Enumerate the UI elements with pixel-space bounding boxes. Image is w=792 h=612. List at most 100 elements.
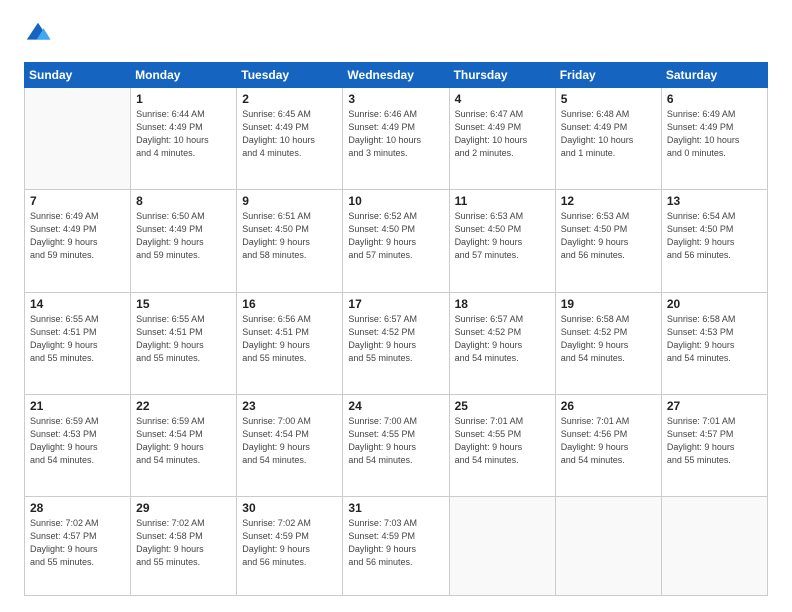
day-number: 31 — [348, 501, 443, 515]
calendar-cell — [25, 88, 131, 190]
day-number: 14 — [30, 297, 125, 311]
day-info: Sunrise: 6:49 AMSunset: 4:49 PMDaylight:… — [667, 108, 762, 160]
day-info: Sunrise: 6:58 AMSunset: 4:53 PMDaylight:… — [667, 313, 762, 365]
calendar-cell — [555, 497, 661, 596]
calendar-cell: 28 Sunrise: 7:02 AMSunset: 4:57 PMDayligh… — [25, 497, 131, 596]
calendar-cell: 2 Sunrise: 6:45 AMSunset: 4:49 PMDaylight… — [237, 88, 343, 190]
day-info: Sunrise: 7:00 AMSunset: 4:54 PMDaylight:… — [242, 415, 337, 467]
calendar-cell: 11 Sunrise: 6:53 AMSunset: 4:50 PMDayligh… — [449, 190, 555, 292]
calendar-cell: 15 Sunrise: 6:55 AMSunset: 4:51 PMDayligh… — [131, 292, 237, 394]
day-number: 16 — [242, 297, 337, 311]
weekday-header-row: SundayMondayTuesdayWednesdayThursdayFrid… — [25, 63, 768, 88]
day-info: Sunrise: 6:49 AMSunset: 4:49 PMDaylight:… — [30, 210, 125, 262]
calendar-cell: 18 Sunrise: 6:57 AMSunset: 4:52 PMDayligh… — [449, 292, 555, 394]
logo — [24, 20, 54, 48]
day-number: 3 — [348, 92, 443, 106]
calendar-cell: 21 Sunrise: 6:59 AMSunset: 4:53 PMDayligh… — [25, 394, 131, 496]
day-info: Sunrise: 6:57 AMSunset: 4:52 PMDaylight:… — [348, 313, 443, 365]
day-info: Sunrise: 6:50 AMSunset: 4:49 PMDaylight:… — [136, 210, 231, 262]
calendar-week-row: 14 Sunrise: 6:55 AMSunset: 4:51 PMDayligh… — [25, 292, 768, 394]
day-number: 27 — [667, 399, 762, 413]
day-number: 7 — [30, 194, 125, 208]
weekday-header: Monday — [131, 63, 237, 88]
day-info: Sunrise: 7:02 AMSunset: 4:57 PMDaylight:… — [30, 517, 125, 569]
calendar-cell — [661, 497, 767, 596]
calendar-cell: 24 Sunrise: 7:00 AMSunset: 4:55 PMDayligh… — [343, 394, 449, 496]
day-info: Sunrise: 6:58 AMSunset: 4:52 PMDaylight:… — [561, 313, 656, 365]
day-info: Sunrise: 7:01 AMSunset: 4:57 PMDaylight:… — [667, 415, 762, 467]
day-number: 2 — [242, 92, 337, 106]
day-info: Sunrise: 6:59 AMSunset: 4:54 PMDaylight:… — [136, 415, 231, 467]
calendar-cell: 22 Sunrise: 6:59 AMSunset: 4:54 PMDayligh… — [131, 394, 237, 496]
day-info: Sunrise: 6:51 AMSunset: 4:50 PMDaylight:… — [242, 210, 337, 262]
day-number: 9 — [242, 194, 337, 208]
calendar-cell: 6Sunrise: 6:49 AMSunset: 4:49 PMDaylight… — [661, 88, 767, 190]
calendar-week-row: 1 Sunrise: 6:44 AMSunset: 4:49 PMDaylight… — [25, 88, 768, 190]
day-info: Sunrise: 7:03 AMSunset: 4:59 PMDaylight:… — [348, 517, 443, 569]
calendar-cell: 27 Sunrise: 7:01 AMSunset: 4:57 PMDayligh… — [661, 394, 767, 496]
calendar-cell: 16 Sunrise: 6:56 AMSunset: 4:51 PMDayligh… — [237, 292, 343, 394]
day-info: Sunrise: 6:59 AMSunset: 4:53 PMDaylight:… — [30, 415, 125, 467]
day-number: 26 — [561, 399, 656, 413]
day-number: 19 — [561, 297, 656, 311]
day-info: Sunrise: 6:46 AMSunset: 4:49 PMDaylight:… — [348, 108, 443, 160]
day-info: Sunrise: 6:55 AMSunset: 4:51 PMDaylight:… — [136, 313, 231, 365]
day-number: 1 — [136, 92, 231, 106]
calendar-cell: 30Sunrise: 7:02 AMSunset: 4:59 PMDayligh… — [237, 497, 343, 596]
day-info: Sunrise: 6:57 AMSunset: 4:52 PMDaylight:… — [455, 313, 550, 365]
weekday-header: Tuesday — [237, 63, 343, 88]
day-info: Sunrise: 6:55 AMSunset: 4:51 PMDaylight:… — [30, 313, 125, 365]
day-info: Sunrise: 6:56 AMSunset: 4:51 PMDaylight:… — [242, 313, 337, 365]
day-info: Sunrise: 7:01 AMSunset: 4:56 PMDaylight:… — [561, 415, 656, 467]
weekday-header: Friday — [555, 63, 661, 88]
weekday-header: Sunday — [25, 63, 131, 88]
calendar-cell: 4 Sunrise: 6:47 AMSunset: 4:49 PMDaylight… — [449, 88, 555, 190]
day-info: Sunrise: 6:45 AMSunset: 4:49 PMDaylight:… — [242, 108, 337, 160]
calendar-cell: 25Sunrise: 7:01 AMSunset: 4:55 PMDayligh… — [449, 394, 555, 496]
day-number: 28 — [30, 501, 125, 515]
calendar-cell: 7 Sunrise: 6:49 AMSunset: 4:49 PMDaylight… — [25, 190, 131, 292]
weekday-header: Wednesday — [343, 63, 449, 88]
logo-icon — [24, 20, 52, 48]
calendar-cell: 29 Sunrise: 7:02 AMSunset: 4:58 PMDayligh… — [131, 497, 237, 596]
weekday-header: Thursday — [449, 63, 555, 88]
day-number: 4 — [455, 92, 550, 106]
day-info: Sunrise: 6:54 AMSunset: 4:50 PMDaylight:… — [667, 210, 762, 262]
calendar-cell: 9 Sunrise: 6:51 AMSunset: 4:50 PMDaylight… — [237, 190, 343, 292]
day-number: 22 — [136, 399, 231, 413]
day-number: 21 — [30, 399, 125, 413]
day-number: 24 — [348, 399, 443, 413]
day-number: 8 — [136, 194, 231, 208]
calendar-cell: 8 Sunrise: 6:50 AMSunset: 4:49 PMDaylight… — [131, 190, 237, 292]
day-number: 29 — [136, 501, 231, 515]
day-info: Sunrise: 7:02 AMSunset: 4:58 PMDaylight:… — [136, 517, 231, 569]
calendar-cell: 1 Sunrise: 6:44 AMSunset: 4:49 PMDaylight… — [131, 88, 237, 190]
calendar-cell: 3 Sunrise: 6:46 AMSunset: 4:49 PMDaylight… — [343, 88, 449, 190]
calendar-cell: 26 Sunrise: 7:01 AMSunset: 4:56 PMDayligh… — [555, 394, 661, 496]
calendar-cell: 17 Sunrise: 6:57 AMSunset: 4:52 PMDayligh… — [343, 292, 449, 394]
day-number: 18 — [455, 297, 550, 311]
day-info: Sunrise: 6:47 AMSunset: 4:49 PMDaylight:… — [455, 108, 550, 160]
calendar-week-row: 28 Sunrise: 7:02 AMSunset: 4:57 PMDayligh… — [25, 497, 768, 596]
day-number: 25 — [455, 399, 550, 413]
day-info: Sunrise: 6:52 AMSunset: 4:50 PMDaylight:… — [348, 210, 443, 262]
day-number: 11 — [455, 194, 550, 208]
day-info: Sunrise: 7:00 AMSunset: 4:55 PMDaylight:… — [348, 415, 443, 467]
day-number: 5 — [561, 92, 656, 106]
header — [24, 20, 768, 48]
day-number: 15 — [136, 297, 231, 311]
day-number: 12 — [561, 194, 656, 208]
day-number: 30 — [242, 501, 337, 515]
calendar-cell — [449, 497, 555, 596]
calendar-cell: 23Sunrise: 7:00 AMSunset: 4:54 PMDayligh… — [237, 394, 343, 496]
calendar-cell: 20Sunrise: 6:58 AMSunset: 4:53 PMDayligh… — [661, 292, 767, 394]
day-info: Sunrise: 6:53 AMSunset: 4:50 PMDaylight:… — [455, 210, 550, 262]
weekday-header: Saturday — [661, 63, 767, 88]
day-info: Sunrise: 6:48 AMSunset: 4:49 PMDaylight:… — [561, 108, 656, 160]
calendar-cell: 31 Sunrise: 7:03 AMSunset: 4:59 PMDayligh… — [343, 497, 449, 596]
calendar-cell: 13Sunrise: 6:54 AMSunset: 4:50 PMDayligh… — [661, 190, 767, 292]
calendar-table: SundayMondayTuesdayWednesdayThursdayFrid… — [24, 62, 768, 596]
day-number: 17 — [348, 297, 443, 311]
calendar-cell: 5 Sunrise: 6:48 AMSunset: 4:49 PMDaylight… — [555, 88, 661, 190]
day-info: Sunrise: 6:44 AMSunset: 4:49 PMDaylight:… — [136, 108, 231, 160]
